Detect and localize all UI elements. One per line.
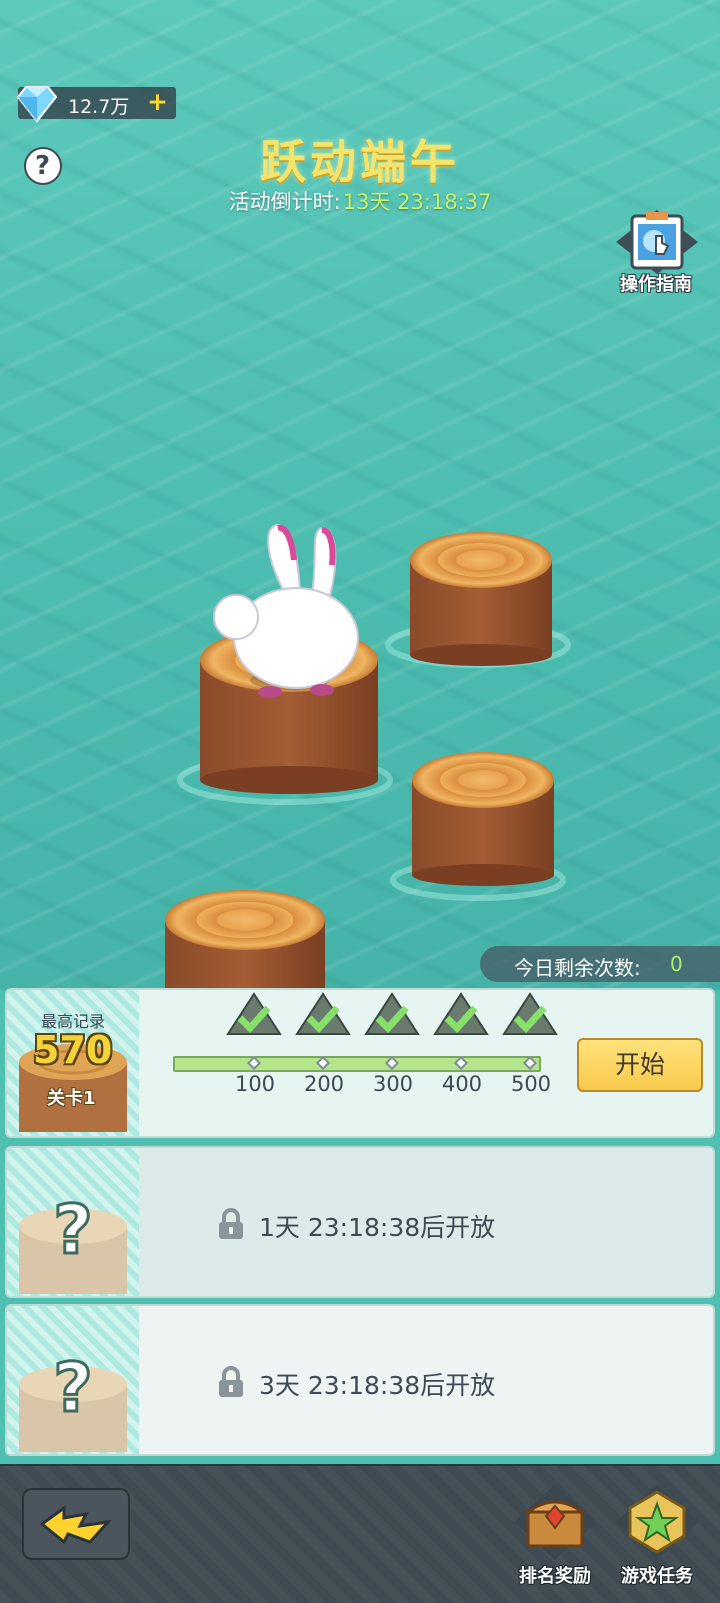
unlock-countdown: 1天 23:18:38后开放 xyxy=(259,1213,496,1242)
game-task-button[interactable]: 游戏任务 xyxy=(614,1482,700,1592)
milestone-value: 500 xyxy=(510,1072,552,1096)
currency-value: 12.7万 xyxy=(68,96,130,118)
rice-dumpling-check-icon xyxy=(502,992,558,1035)
milestone-value: 100 xyxy=(234,1072,276,1096)
level-3-thumbnail: ? xyxy=(7,1306,139,1454)
padlock-icon xyxy=(219,1208,243,1239)
stump xyxy=(165,890,325,990)
level-2-panel: ? 1天 23:18:38后开放 xyxy=(5,1146,715,1298)
ranking-reward-label: 排名奖励 xyxy=(519,1566,591,1587)
add-currency-button[interactable]: + xyxy=(147,87,168,116)
best-record-score: 570 xyxy=(33,1028,113,1072)
rice-dumpling-check-icon xyxy=(295,992,351,1035)
stump xyxy=(410,532,552,666)
event-title: 跃动端午 xyxy=(260,135,460,189)
diamond-icon xyxy=(16,86,58,123)
ranking-reward-button[interactable]: 排名奖励 xyxy=(512,1482,598,1592)
touch-guide-icon xyxy=(616,210,698,274)
svg-text:?: ? xyxy=(53,1191,92,1270)
guide-label: 操作指南 xyxy=(620,274,692,295)
lightning-arrow-icon xyxy=(39,1505,112,1545)
level-2-thumbnail: ? xyxy=(7,1148,139,1296)
locked-stump-icon: ? xyxy=(19,1190,127,1294)
level-3-panel: ? 3天 23:18:38后开放 xyxy=(5,1304,715,1456)
progress-track xyxy=(173,1056,541,1072)
countdown-label: 活动倒计时: xyxy=(228,190,341,214)
bottom-bar: 排名奖励 游戏任务 xyxy=(0,1464,720,1603)
level-1-panel: 最高记录 570 关卡1 100 200 300 400 500 开始 xyxy=(5,988,715,1138)
locked-stump-icon: ? xyxy=(19,1348,127,1452)
treasure-chest-icon xyxy=(514,1484,596,1560)
star-badge-icon xyxy=(616,1484,698,1560)
unlock-countdown: 3天 23:18:38后开放 xyxy=(259,1371,496,1400)
back-button[interactable] xyxy=(22,1488,130,1560)
padlock-icon xyxy=(219,1366,243,1397)
svg-text:?: ? xyxy=(53,1349,92,1428)
milestone-value: 400 xyxy=(441,1072,483,1096)
start-button[interactable]: 开始 xyxy=(577,1038,703,1092)
rice-dumpling-check-icon xyxy=(364,992,420,1035)
game-task-label: 游戏任务 xyxy=(621,1566,693,1587)
remaining-tries: 今日剩余次数: 0 xyxy=(480,946,720,982)
rice-dumpling-check-icon xyxy=(433,992,489,1035)
guide-button[interactable]: 操作指南 xyxy=(612,208,702,295)
stump xyxy=(412,752,554,886)
remaining-count: 0 xyxy=(670,952,683,976)
rice-dumpling-check-icon xyxy=(226,992,282,1035)
remaining-label: 今日剩余次数: xyxy=(514,956,641,980)
diamond-currency: 12.7万 + xyxy=(16,86,176,123)
stage-label: 关卡1 xyxy=(47,1088,96,1109)
countdown-time: 13天 23:18:37 xyxy=(342,190,492,214)
milestone-value: 200 xyxy=(303,1072,345,1096)
milestone-value: 300 xyxy=(372,1072,414,1096)
